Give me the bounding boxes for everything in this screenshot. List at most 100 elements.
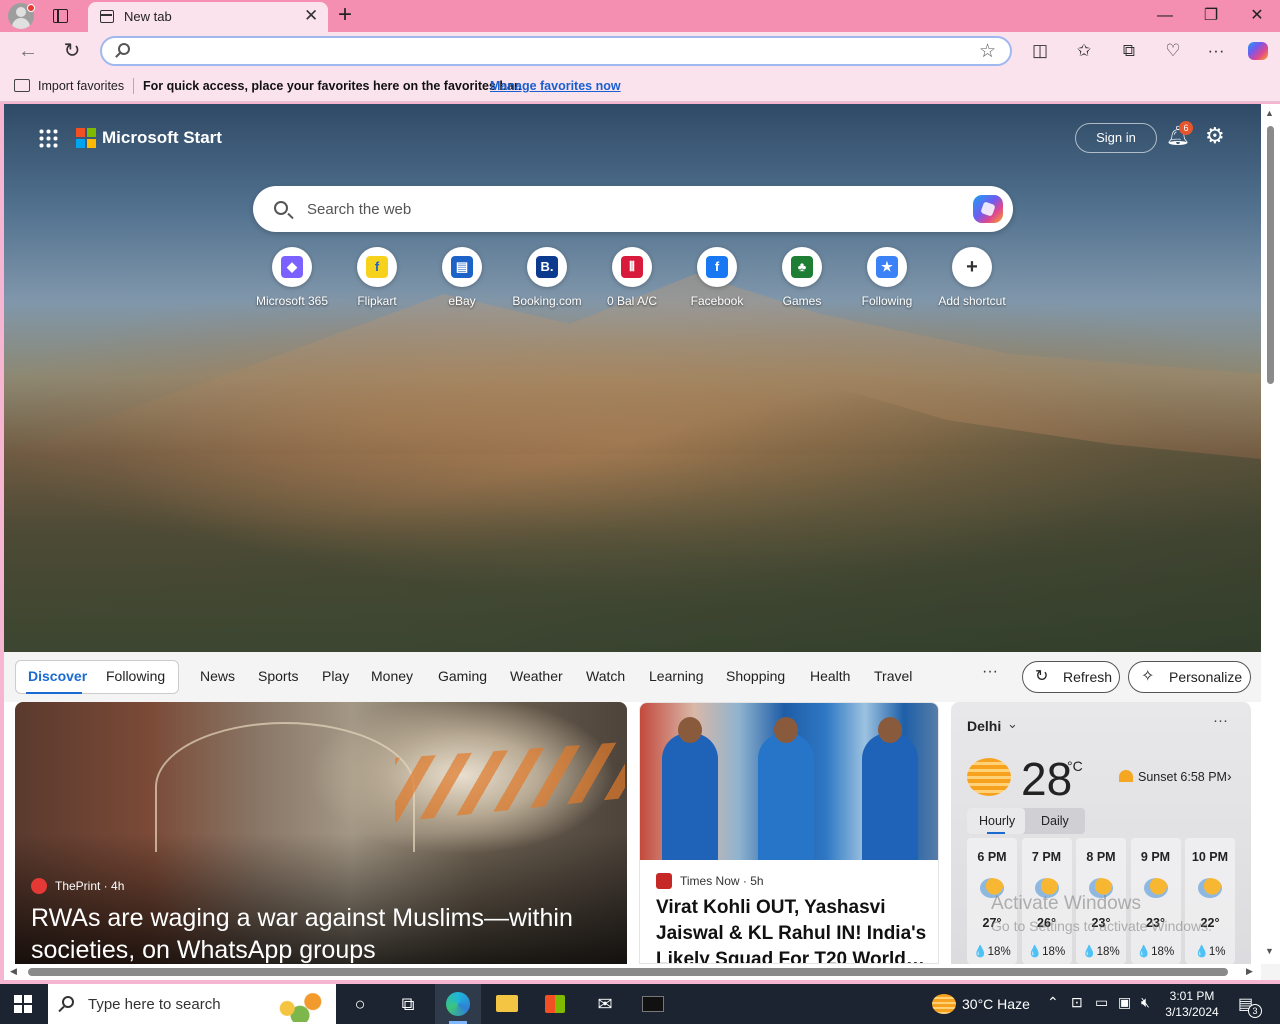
brand-title[interactable]: Microsoft Start	[102, 128, 222, 148]
tab-discover[interactable]: Discover	[28, 668, 87, 684]
tab-daily[interactable]: Daily	[1041, 814, 1069, 828]
tab-strip: New tab ✕ + — ❐ ✕	[0, 0, 1280, 32]
more-categories-icon[interactable]: ···	[982, 663, 998, 681]
back-arrow-icon[interactable]: ←	[15, 38, 41, 64]
tab-actions-icon[interactable]	[50, 6, 70, 26]
weather-sunset[interactable]: Sunset 6:58 PM	[1138, 770, 1227, 784]
action-center-count-badge: 3	[1248, 1004, 1262, 1018]
tab-following[interactable]: Following	[106, 668, 165, 684]
favorite-star-icon[interactable]: ☆	[979, 40, 996, 63]
tray-power-icon[interactable]: ▭	[1095, 994, 1108, 1011]
shortcut-tile[interactable]: ★	[867, 247, 907, 287]
address-bar[interactable]: ☆	[100, 36, 1012, 66]
personalize-button[interactable]: ✧ Personalize	[1128, 661, 1251, 693]
card-headline[interactable]: RWAs are waging a war against Muslims—wi…	[31, 902, 611, 964]
refresh-icon[interactable]: ↻	[59, 38, 85, 64]
tab-new-tab[interactable]: New tab ✕	[88, 2, 328, 32]
import-favorites-button[interactable]: Import favorites	[38, 79, 124, 93]
windows-start-icon[interactable]	[14, 995, 32, 1013]
card-headline[interactable]: Virat Kohli OUT, Yashasvi Jaiswal & KL R…	[656, 895, 928, 963]
shortcut-tile[interactable]: ⦀	[612, 247, 652, 287]
nav-sports[interactable]: Sports	[258, 668, 298, 684]
scroll-up-arrow-icon[interactable]: ▲	[1265, 108, 1274, 118]
page-settings-gear-icon[interactable]: ⚙	[1205, 124, 1225, 148]
news-card-secondary[interactable]: Times Now · 5h Virat Kohli OUT, Yashasvi…	[639, 702, 939, 964]
edge-browser-icon[interactable]	[435, 984, 481, 1024]
settings-more-icon[interactable]: ···	[1203, 38, 1229, 64]
nav-gaming[interactable]: Gaming	[438, 668, 487, 684]
cortana-icon[interactable]: ○	[337, 984, 383, 1024]
shortcut-following[interactable]: ★ Following	[845, 247, 929, 308]
task-view-icon[interactable]: ⧉	[385, 984, 431, 1024]
shortcut-games[interactable]: ♣ Games	[760, 247, 844, 308]
nav-learning[interactable]: Learning	[649, 668, 704, 684]
chevron-right-icon[interactable]: ›	[1227, 768, 1232, 784]
weather-more-icon[interactable]: ···	[1213, 712, 1228, 729]
copilot-icon[interactable]	[973, 195, 1003, 223]
vertical-scroll-thumb[interactable]	[1267, 126, 1274, 384]
tab-hourly-indicator	[987, 832, 1005, 834]
nav-travel[interactable]: Travel	[874, 668, 912, 684]
hourly-column[interactable]: 10 PM 22° 💧1%	[1185, 838, 1235, 964]
shortcut-tile[interactable]: B.	[527, 247, 567, 287]
scroll-right-arrow-icon[interactable]: ▶	[1246, 966, 1253, 977]
shortcut-bank[interactable]: ⦀ 0 Bal A/C	[590, 247, 674, 308]
minimize-icon[interactable]: —	[1150, 4, 1180, 28]
shortcut-tile[interactable]: ♣	[782, 247, 822, 287]
horizontal-scroll-thumb[interactable]	[28, 968, 1228, 976]
shortcut-ebay[interactable]: ▤ eBay	[420, 247, 504, 308]
app-launcher-icon[interactable]	[38, 128, 58, 148]
sign-in-button[interactable]: Sign in	[1075, 123, 1157, 153]
restore-icon[interactable]: ❐	[1196, 4, 1226, 28]
refresh-button[interactable]: ↻ Refresh	[1022, 661, 1120, 693]
nav-shopping[interactable]: Shopping	[726, 668, 785, 684]
weather-city[interactable]: Delhi	[967, 718, 1001, 734]
browser-essentials-icon[interactable]: ♡	[1160, 38, 1186, 64]
mail-icon[interactable]: ✉	[582, 984, 628, 1024]
nav-news[interactable]: News	[200, 668, 235, 684]
nav-money[interactable]: Money	[371, 668, 413, 684]
tray-meet-icon[interactable]: ⊡	[1071, 994, 1083, 1011]
shortcut-microsoft-365[interactable]: ◆ Microsoft 365	[250, 247, 334, 308]
tray-volume-muted-icon[interactable]: 🔇︎	[1141, 994, 1150, 1011]
nav-health[interactable]: Health	[810, 668, 850, 684]
news-card-main[interactable]: ThePrint · 4h RWAs are waging a war agai…	[15, 702, 627, 964]
tray-network-icon[interactable]: ▣	[1118, 994, 1131, 1011]
tab-hourly[interactable]: Hourly	[979, 814, 1015, 828]
shortcut-facebook[interactable]: f Facebook	[675, 247, 759, 308]
shortcut-label: Facebook	[690, 294, 744, 308]
file-explorer-icon[interactable]	[484, 984, 530, 1024]
favorites-icon[interactable]: ✩	[1071, 38, 1097, 64]
copilot-sidebar-icon[interactable]	[1245, 38, 1271, 64]
tab-close-icon[interactable]: ✕	[304, 7, 318, 25]
tray-chevron-up-icon[interactable]: ⌃	[1047, 994, 1059, 1011]
web-search-input[interactable]	[307, 198, 907, 220]
shortcut-flipkart[interactable]: f Flipkart	[335, 247, 419, 308]
horizontal-scrollbar[interactable]: ◀ ▶	[4, 964, 1261, 980]
new-tab-plus-icon[interactable]: +	[338, 2, 352, 28]
collections-icon[interactable]: ⧉	[1116, 38, 1142, 64]
scroll-left-arrow-icon[interactable]: ◀	[10, 966, 17, 977]
microsoft-store-icon[interactable]	[532, 984, 578, 1024]
nav-play[interactable]: Play	[322, 668, 349, 684]
taskbar-search-box[interactable]: Type here to search	[48, 984, 336, 1024]
system-clock[interactable]: 3:01 PM 3/13/2024	[1160, 988, 1224, 1020]
nav-watch[interactable]: Watch	[586, 668, 625, 684]
shortcut-tile[interactable]: f	[697, 247, 737, 287]
shortcut-tile[interactable]: ▤	[442, 247, 482, 287]
manage-favorites-link[interactable]: Manage favorites now	[490, 79, 621, 93]
city-chevron-down-icon[interactable]: ⌄	[1007, 716, 1018, 732]
shortcut-tile[interactable]: ◆	[272, 247, 312, 287]
split-screen-icon[interactable]: ◫	[1027, 38, 1053, 64]
shortcut-tile[interactable]: +	[952, 247, 992, 287]
weather-unit[interactable]: °C	[1067, 758, 1083, 774]
window-close-icon[interactable]: ✕	[1242, 4, 1272, 28]
shortcut-plus[interactable]: + Add shortcut	[930, 247, 1014, 308]
terminal-icon[interactable]	[630, 984, 676, 1024]
vertical-scrollbar[interactable]: ▲ ▼	[1261, 104, 1280, 966]
shortcut-booking[interactable]: B. Booking.com	[505, 247, 589, 308]
shortcut-tile[interactable]: f	[357, 247, 397, 287]
nav-weather[interactable]: Weather	[510, 668, 563, 684]
scroll-down-arrow-icon[interactable]: ▼	[1265, 946, 1274, 956]
taskbar-weather[interactable]: 30°C Haze	[962, 996, 1030, 1012]
